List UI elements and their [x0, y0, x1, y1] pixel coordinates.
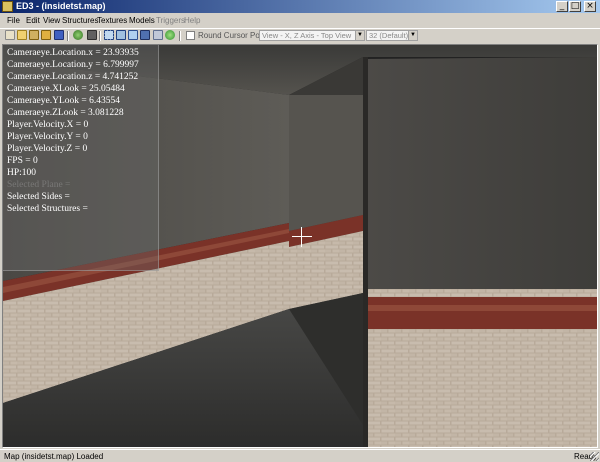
grid-select-value: 32 (Default)	[369, 31, 409, 40]
menu-file[interactable]: File	[7, 15, 20, 27]
fps-readout: FPS = 0	[7, 156, 38, 166]
texture-icon[interactable]	[73, 30, 83, 40]
menu-structures[interactable]: Structures	[62, 15, 98, 27]
player-velocity-z: Player.Velocity.Z = 0	[7, 144, 88, 154]
camera-xlook: Cameraeye.XLook = 25.05484	[7, 84, 125, 94]
window-title: ED3 - (insidetst.map)	[16, 1, 106, 11]
model-icon[interactable]	[140, 30, 150, 40]
player-velocity-x: Player.Velocity.X = 0	[7, 120, 89, 130]
toolbar-separator	[99, 31, 101, 41]
title-bar[interactable]: ED3 - (insidetst.map) _ □ ×	[0, 0, 600, 13]
toolbar: Round Cursor Position View - X, Z Axis -…	[0, 28, 600, 42]
resize-grip-icon[interactable]	[590, 452, 599, 461]
selected-sides: Selected Sides =	[7, 192, 70, 202]
folder-icon[interactable]	[41, 30, 51, 40]
grid-select[interactable]: 32 (Default) ▼	[366, 30, 418, 41]
view-select-value: View - X, Z Axis - Top View	[262, 31, 352, 40]
minimize-button[interactable]: _	[556, 1, 568, 12]
box-icon[interactable]	[116, 30, 126, 40]
menu-help[interactable]: Help	[184, 15, 200, 27]
menu-models[interactable]: Models	[129, 15, 155, 27]
crosshair-icon	[292, 236, 312, 237]
cube-icon[interactable]	[87, 30, 97, 40]
menu-edit[interactable]: Edit	[26, 15, 40, 27]
new-icon[interactable]	[5, 30, 15, 40]
chevron-down-icon[interactable]: ▼	[355, 31, 364, 40]
toolbar-separator	[179, 31, 181, 41]
menu-triggers[interactable]: Triggers	[156, 15, 185, 27]
grid-icon[interactable]	[165, 30, 175, 40]
hp-readout: HP:100	[7, 168, 37, 178]
menu-textures[interactable]: Textures	[97, 15, 127, 27]
selected-plane: Selected Plane =	[7, 180, 71, 190]
camera-location-z: Cameraeye.Location.z = 4.741252	[7, 72, 139, 82]
menu-bar: File Edit View Structures Textures Model…	[0, 14, 600, 28]
chevron-down-icon[interactable]: ▼	[408, 31, 417, 40]
open-icon[interactable]	[17, 30, 27, 40]
selected-structures: Selected Structures =	[7, 204, 88, 214]
player-velocity-y: Player.Velocity.Y = 0	[7, 132, 88, 142]
3d-viewport[interactable]: Cameraeye.Location.x = 23.93935 Cameraey…	[2, 44, 598, 448]
view-select[interactable]: View - X, Z Axis - Top View ▼	[259, 30, 365, 41]
save-icon[interactable]	[54, 30, 64, 40]
toolbar-separator	[67, 31, 69, 41]
close-button[interactable]: ×	[584, 1, 596, 12]
round-cursor-checkbox[interactable]	[186, 31, 195, 40]
move-icon[interactable]	[128, 30, 138, 40]
status-message: Map (insidetst.map) Loaded	[4, 452, 104, 461]
editor-app-icon[interactable]	[2, 1, 13, 12]
menu-view[interactable]: View	[43, 15, 60, 27]
camera-location-y: Cameraeye.Location.y = 6.799997	[7, 60, 139, 70]
camera-ylook: Cameraeye.YLook = 6.43554	[7, 96, 120, 106]
crosshair-icon	[301, 227, 302, 247]
status-bar: Map (insidetst.map) Loaded Ready	[0, 449, 600, 462]
select-icon[interactable]	[104, 30, 114, 40]
rotate-icon[interactable]	[153, 30, 163, 40]
maximize-button[interactable]: □	[569, 1, 581, 12]
open-folder-icon[interactable]	[29, 30, 39, 40]
camera-location-x: Cameraeye.Location.x = 23.93935	[7, 48, 139, 58]
camera-zlook: Cameraeye.ZLook = 3.081228	[7, 108, 124, 118]
debug-overlay: Cameraeye.Location.x = 23.93935 Cameraey…	[3, 45, 159, 271]
